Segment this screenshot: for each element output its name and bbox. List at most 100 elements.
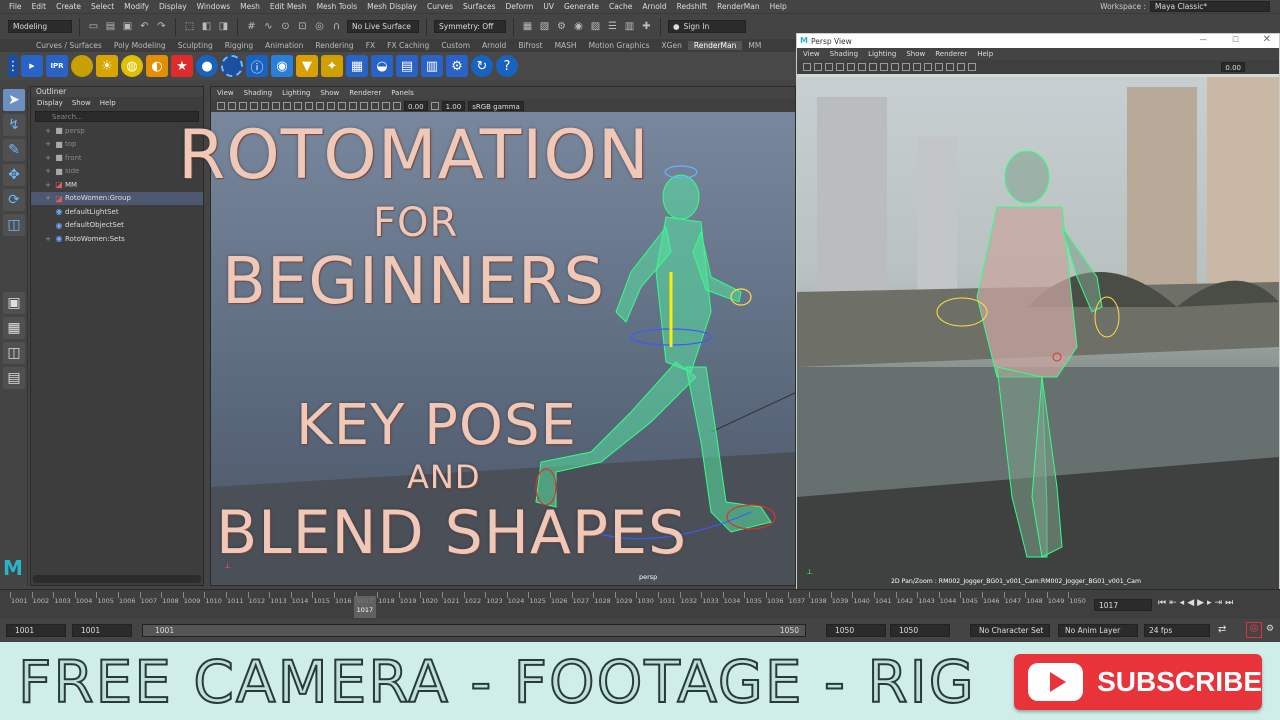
viewport-menu-panels[interactable]: Panels bbox=[391, 89, 414, 97]
image-plane-icon[interactable] bbox=[250, 101, 258, 110]
menu-item-cache[interactable]: Cache bbox=[604, 2, 637, 11]
camera-attributes-icon[interactable] bbox=[228, 101, 236, 110]
ao-icon[interactable] bbox=[327, 101, 335, 110]
menu-item-mesh-display[interactable]: Mesh Display bbox=[362, 2, 422, 11]
shelf-tab-arnold[interactable]: Arnold bbox=[476, 41, 512, 50]
isolate-icon[interactable] bbox=[891, 63, 899, 71]
two-view-layout-icon[interactable]: ◫ bbox=[3, 342, 25, 364]
ipr-render-icon[interactable]: ▧ bbox=[538, 20, 551, 33]
persp-menu-shading[interactable]: Shading bbox=[830, 50, 858, 58]
textured-icon[interactable] bbox=[858, 63, 866, 71]
four-view-layout-icon[interactable]: ▦ bbox=[3, 317, 25, 339]
save-scene-icon[interactable]: ▣ bbox=[121, 20, 134, 33]
attribute-editor-icon[interactable]: ☰ bbox=[606, 20, 619, 33]
select-tool-icon[interactable]: ➤ bbox=[3, 89, 25, 111]
filter-light-icon[interactable]: ▼ bbox=[296, 55, 318, 77]
open-scene-icon[interactable]: ▤ bbox=[104, 20, 117, 33]
info-icon[interactable]: ⓘ bbox=[246, 55, 268, 77]
menu-item-edit-mesh[interactable]: Edit Mesh bbox=[265, 2, 312, 11]
render-settings-icon[interactable]: ⚙ bbox=[555, 20, 568, 33]
resolution-gate-icon[interactable] bbox=[382, 101, 390, 110]
dome-light-icon[interactable]: ● bbox=[196, 55, 218, 77]
outliner-scrollbar[interactable] bbox=[33, 575, 201, 583]
safe-title-icon[interactable] bbox=[946, 63, 954, 71]
outliner-item[interactable]: ◉ defaultLightSet bbox=[31, 205, 203, 219]
textured-icon[interactable] bbox=[294, 101, 302, 110]
menu-item-arnold[interactable]: Arnold bbox=[637, 2, 671, 11]
viewport-menu-shading[interactable]: Shading bbox=[244, 89, 272, 97]
outliner-search-input[interactable]: Search... bbox=[35, 111, 199, 122]
playback-end-field[interactable]: 1050 bbox=[826, 624, 886, 637]
modeling-toolkit-icon[interactable]: ✚ bbox=[640, 20, 653, 33]
auto-key-icon[interactable]: ◎ bbox=[1246, 622, 1262, 638]
outliner-item[interactable]: + ◉ RotoWomen:Sets bbox=[31, 232, 203, 246]
snap-surface-icon[interactable]: ◎ bbox=[313, 20, 326, 33]
shelf-tab-animation[interactable]: Animation bbox=[259, 41, 309, 50]
menu-item-create[interactable]: Create bbox=[51, 2, 86, 11]
expand-icon[interactable]: + bbox=[43, 167, 53, 175]
hypershade-icon[interactable]: ◉ bbox=[572, 20, 585, 33]
bulb-light-icon[interactable] bbox=[71, 55, 93, 77]
shelf-tab-mash[interactable]: MASH bbox=[549, 41, 583, 50]
expand-icon[interactable]: + bbox=[43, 140, 53, 148]
minimize-icon[interactable]: — bbox=[1200, 35, 1208, 44]
paint-select-tool-icon[interactable]: ✎ bbox=[3, 139, 25, 161]
menu-item-mesh-tools[interactable]: Mesh Tools bbox=[312, 2, 363, 11]
menu-item-windows[interactable]: Windows bbox=[192, 2, 235, 11]
shelf-tab-fx[interactable]: FX bbox=[360, 41, 381, 50]
outliner-menu-help[interactable]: Help bbox=[100, 99, 116, 107]
select-object-icon[interactable]: ◧ bbox=[200, 20, 213, 33]
exposure-field[interactable]: 0.00 bbox=[404, 100, 428, 111]
workspace-selector[interactable]: Workspace : Maya Classic* bbox=[1100, 1, 1270, 12]
expand-icon[interactable]: + bbox=[43, 154, 53, 162]
lasso-tool-icon[interactable]: ↯ bbox=[3, 114, 25, 136]
settings-icon[interactable]: ⚙ bbox=[446, 55, 468, 77]
sun-light-icon[interactable]: ☀ bbox=[96, 55, 118, 77]
viewport-menu-lighting[interactable]: Lighting bbox=[282, 89, 310, 97]
menu-item-redshift[interactable]: Redshift bbox=[672, 2, 712, 11]
shelf-tab-poly-modeling[interactable]: Poly Modeling bbox=[108, 41, 172, 50]
gamma-icon[interactable] bbox=[430, 101, 439, 110]
subscribe-button[interactable]: SUBSCRIBE bbox=[1014, 654, 1262, 710]
persp-menu-renderer[interactable]: Renderer bbox=[935, 50, 967, 58]
workspace-dropdown[interactable]: Maya Classic* bbox=[1150, 1, 1270, 12]
grid-icon[interactable] bbox=[825, 63, 833, 71]
redo-icon[interactable]: ↷ bbox=[155, 20, 168, 33]
menu-item-edit[interactable]: Edit bbox=[27, 2, 52, 11]
shelf-tab-renderman[interactable]: RenderMan bbox=[687, 41, 743, 50]
gate-icon[interactable] bbox=[371, 101, 379, 110]
outliner-item[interactable]: ◉ defaultObjectSet bbox=[31, 219, 203, 233]
film-gate-icon[interactable] bbox=[968, 63, 976, 71]
new-scene-icon[interactable]: ▭ bbox=[87, 20, 100, 33]
camera-attributes-icon[interactable] bbox=[814, 63, 822, 71]
bookmark-icon[interactable] bbox=[239, 101, 247, 110]
smooth-shade-icon[interactable] bbox=[847, 63, 855, 71]
persp-menu-help[interactable]: Help bbox=[977, 50, 993, 58]
resolution-gate-icon[interactable] bbox=[924, 63, 932, 71]
persp-exposure-field[interactable]: 0.00 bbox=[1221, 62, 1245, 72]
safe-action-icon[interactable] bbox=[393, 101, 401, 110]
xray-icon[interactable] bbox=[349, 101, 357, 110]
shelf-tab-xgen[interactable]: XGen bbox=[656, 41, 688, 50]
move-tool-icon[interactable]: ✥ bbox=[3, 164, 25, 186]
undo-icon[interactable]: ↶ bbox=[138, 20, 151, 33]
persp-menu-lighting[interactable]: Lighting bbox=[868, 50, 896, 58]
gamma-field[interactable]: 1.00 bbox=[441, 100, 466, 111]
wireframe-icon[interactable] bbox=[272, 101, 280, 110]
step-back-key-icon[interactable]: ⇤ bbox=[1169, 598, 1177, 608]
menu-item-surfaces[interactable]: Surfaces bbox=[458, 2, 500, 11]
viewport-menu-renderer[interactable]: Renderer bbox=[349, 89, 381, 97]
mode-dropdown[interactable]: Modeling bbox=[8, 20, 72, 33]
light-linker-icon[interactable]: ✦ bbox=[321, 55, 343, 77]
lights-icon[interactable] bbox=[305, 101, 313, 110]
rotate-tool-icon[interactable]: ⟳ bbox=[3, 189, 25, 211]
symmetry-dropdown[interactable]: Symmetry: Off bbox=[434, 20, 506, 33]
shelf-menu-icon[interactable]: ⋮ bbox=[7, 55, 20, 77]
wireframe-icon[interactable] bbox=[836, 63, 844, 71]
hypershade-shelf-icon[interactable]: ◒ bbox=[371, 55, 393, 77]
go-to-end-icon[interactable]: ⏭ bbox=[1225, 598, 1233, 608]
play-forward-icon[interactable]: ▶ bbox=[1197, 598, 1204, 608]
help-icon[interactable]: ? bbox=[496, 55, 518, 77]
gate-icon[interactable] bbox=[913, 63, 921, 71]
footage-image-plane[interactable]: 2D Pan/Zoom : RM002_Jogger_BG01_v001_Cam… bbox=[797, 77, 1279, 589]
